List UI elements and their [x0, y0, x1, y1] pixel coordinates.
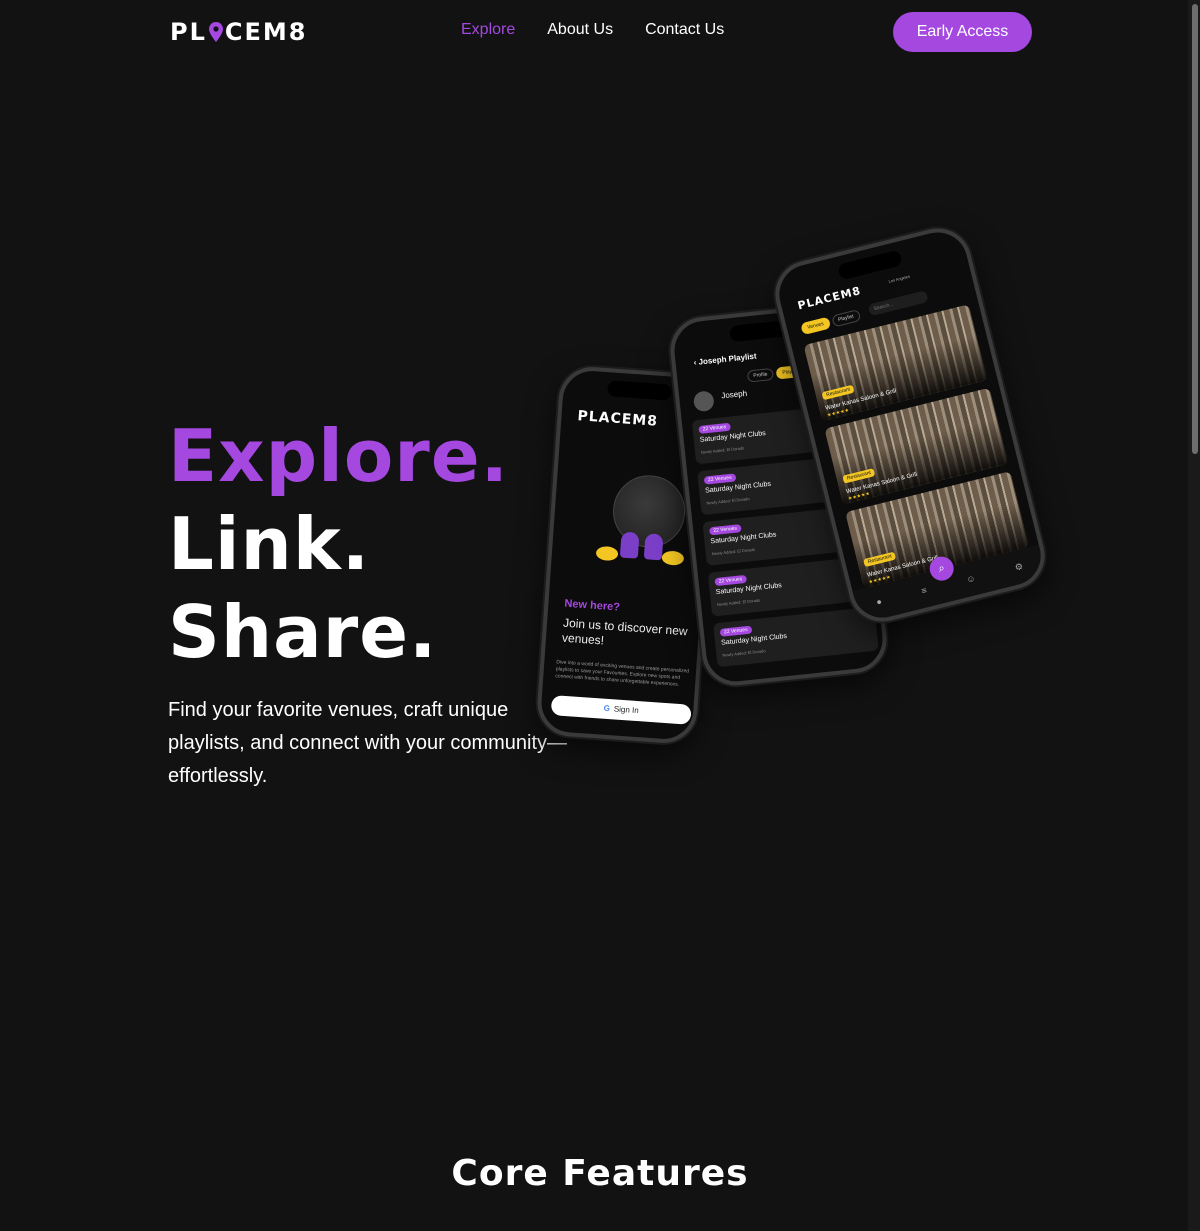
user-name: Joseph: [720, 388, 748, 401]
hero-line-share: Share.: [168, 590, 438, 674]
venue-tag: Restaurant: [842, 468, 876, 484]
hero-title: Explore. Link. Share.: [168, 412, 509, 676]
card-subtitle: Newly Added: El Dorado: [700, 445, 745, 455]
core-features-heading: Core Features: [451, 1153, 749, 1194]
new-here-heading: New here?: [564, 597, 621, 614]
nav-link-contact[interactable]: Contact Us: [645, 21, 724, 39]
tab-playlist: Playlist: [830, 309, 861, 328]
hero-line-link: Link.: [168, 502, 371, 586]
venue-tag: Restaurant: [821, 384, 855, 401]
nav-link-explore[interactable]: Explore: [461, 21, 515, 39]
phone-logo: PLACEM8: [577, 408, 659, 430]
venue-tag: Restaurant: [863, 551, 897, 568]
person-figure: [643, 533, 664, 561]
top-nav: PL CEM8 Explore About Us Contact Us Earl…: [0, 0, 1188, 64]
list-icon: ≡: [920, 585, 928, 597]
logo-text: PL: [170, 18, 207, 46]
phone-logo: PLACEM8: [796, 284, 863, 313]
hero-description: Find your favorite venues, craft unique …: [168, 699, 568, 787]
blob-shape: [661, 550, 685, 566]
phone-notch: [837, 249, 904, 281]
logo[interactable]: PL CEM8: [170, 18, 307, 46]
venue-count-badge: 22 Venues: [719, 625, 752, 637]
nav-link-about[interactable]: About Us: [547, 21, 613, 39]
nav-links: Explore About Us Contact Us: [461, 21, 724, 39]
map-pin-icon: ●: [875, 596, 883, 608]
tab-profile: Profile: [746, 367, 775, 383]
users-icon: ☺: [965, 572, 977, 585]
people-illustration: [595, 522, 688, 568]
signin-label: Sign In: [613, 704, 640, 716]
hero-line-explore: Explore.: [168, 414, 509, 498]
tab-venues: Venues: [800, 316, 831, 336]
map-pin-icon: [208, 22, 223, 42]
card-subtitle: Newly Added: El Dorado: [722, 648, 766, 658]
scrollbar-thumb[interactable]: [1192, 4, 1198, 454]
venue-tabs: Venues Playlist: [800, 309, 861, 336]
google-signin-button: G Sign In: [550, 695, 692, 725]
avatar: [692, 390, 715, 413]
playlist-title: ‹ Joseph Playlist: [693, 351, 757, 368]
join-heading: Join us to discover new venues!: [561, 615, 689, 648]
page-scrollbar[interactable]: [1188, 0, 1200, 1231]
phone-notch: [607, 380, 672, 401]
playlist-card: 22 Venues Saturday Night Clubs Newly Add…: [713, 606, 879, 668]
card-subtitle: Newly Added: El Dorado: [706, 496, 750, 506]
phone-mockups: PLACEM8 New here? Join us to discover ne…: [530, 220, 1052, 760]
intro-text: Dive into a world of exciting venues and…: [555, 659, 690, 688]
search-input: Search...: [867, 290, 929, 317]
person-figure: [619, 531, 640, 559]
google-icon: G: [603, 703, 611, 714]
location-label: Los Angeles: [888, 273, 911, 284]
logo-text: CEM8: [224, 18, 308, 46]
venue-count-badge: 22 Venues: [709, 524, 742, 536]
early-access-button[interactable]: Early Access: [893, 12, 1032, 52]
blob-shape: [595, 545, 619, 562]
card-subtitle: Newly Added: El Dorado: [711, 546, 756, 557]
venue-count-badge: 22 Venues: [698, 422, 731, 434]
gear-icon: ⚙: [1013, 560, 1025, 573]
venue-count-badge: 22 Venues: [703, 473, 736, 485]
card-subtitle: Newly Added: El Dorado: [716, 597, 761, 608]
venue-count-badge: 22 Venues: [714, 574, 747, 587]
